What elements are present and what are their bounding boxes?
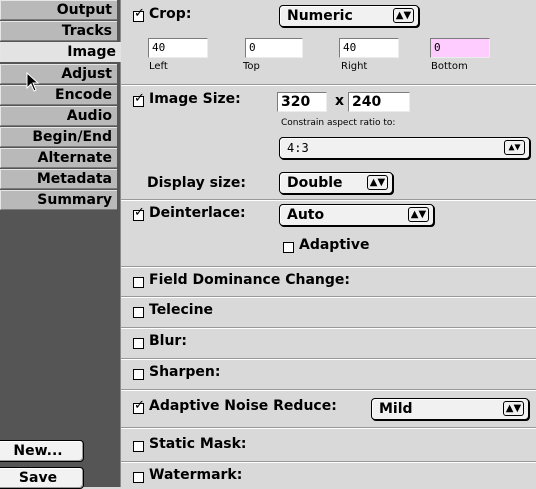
crop-mode-select[interactable]: Numeric ▲▼ (279, 5, 419, 27)
sharpen-checkbox[interactable] (133, 369, 144, 380)
aspect-ratio-select[interactable]: 4:3 ▲▼ (279, 137, 530, 159)
noise-reduce-checkbox[interactable] (133, 398, 145, 414)
divider (121, 327, 536, 329)
tab-encode[interactable]: Encode (0, 85, 117, 105)
adaptive-checkbox[interactable] (283, 242, 294, 253)
divider (121, 389, 536, 391)
noise-reduce-label: Adaptive Noise Reduce: (149, 398, 337, 414)
image-size-checkbox[interactable] (133, 91, 145, 107)
save-button[interactable]: Save (0, 467, 84, 489)
tab-adjust[interactable]: Adjust (0, 64, 117, 84)
crop-checkbox[interactable] (133, 6, 145, 22)
field-dominance-label: Field Dominance Change: (149, 272, 350, 288)
telecine-checkbox[interactable] (133, 307, 144, 318)
crop-right-caption: Right (341, 61, 368, 72)
width-field[interactable]: 320 (277, 92, 327, 112)
crop-bottom-field[interactable]: 0 (430, 38, 490, 58)
tab-tracks[interactable]: Tracks (0, 21, 117, 41)
deinterlace-checkbox[interactable] (133, 205, 145, 221)
deinterlace-mode-value: Auto (287, 207, 325, 223)
constrain-label: Constrain aspect ratio to: (281, 118, 396, 128)
up-down-arrows-icon: ▲▼ (504, 140, 525, 155)
telecine-label: Telecine (149, 302, 214, 318)
divider (121, 296, 536, 298)
crop-right-field[interactable]: 40 (339, 38, 399, 58)
new-button[interactable]: New... (0, 440, 84, 462)
divider (121, 358, 536, 360)
static-mask-label: Static Mask: (149, 436, 247, 452)
static-mask-checkbox[interactable] (133, 441, 144, 452)
display-size-select[interactable]: Double ▲▼ (279, 172, 393, 194)
crop-left-caption: Left (149, 61, 168, 72)
tab-audio[interactable]: Audio (0, 106, 117, 126)
crop-left-field[interactable]: 40 (148, 38, 208, 58)
tab-summary[interactable]: Summary (0, 190, 117, 210)
crop-top-caption: Top (243, 61, 260, 72)
up-down-arrows-icon: ▲▼ (408, 207, 429, 222)
noise-level-select[interactable]: Mild ▲▼ (371, 398, 529, 420)
up-down-arrows-icon: ▲▼ (393, 8, 414, 23)
display-size-label: Display size: (147, 175, 246, 191)
deinterlace-mode-select[interactable]: Auto ▲▼ (279, 204, 434, 226)
field-dominance-checkbox[interactable] (133, 277, 144, 288)
tab-metadata[interactable]: Metadata (0, 169, 117, 189)
deinterlace-label: Deinterlace: (149, 205, 246, 221)
image-settings-panel: Crop: Numeric ▲▼ 40 0 40 0 Left Top Righ… (120, 0, 536, 487)
noise-level-value: Mild (379, 401, 413, 417)
crop-top-field[interactable]: 0 (245, 38, 303, 58)
divider (121, 427, 536, 429)
up-down-arrows-icon: ▲▼ (367, 175, 388, 190)
tab-alternate[interactable]: Alternate (0, 148, 117, 168)
sharpen-label: Sharpen: (149, 364, 221, 380)
blur-label: Blur: (149, 333, 187, 349)
divider (121, 266, 536, 268)
display-size-value: Double (287, 175, 343, 191)
tab-image[interactable]: Image (0, 42, 121, 62)
up-down-arrows-icon: ▲▼ (503, 401, 524, 416)
crop-mode-value: Numeric (287, 8, 353, 24)
adaptive-label: Adaptive (299, 237, 370, 253)
watermark-checkbox[interactable] (133, 472, 144, 483)
height-field[interactable]: 240 (348, 92, 410, 112)
image-size-label: Image Size: (149, 91, 241, 107)
watermark-label: Watermark: (149, 467, 243, 483)
tab-begin-end[interactable]: Begin/End (0, 127, 117, 147)
tab-output[interactable]: Output (0, 0, 117, 20)
times-label: x (335, 93, 345, 109)
aspect-ratio-value: 4:3 (287, 141, 309, 155)
divider (121, 199, 536, 201)
divider (121, 84, 536, 86)
sidebar: Output Tracks Image Adjust Encode Audio … (0, 0, 121, 489)
blur-checkbox[interactable] (133, 338, 144, 349)
crop-bottom-caption: Bottom (431, 61, 468, 72)
arrow-cursor-icon (26, 72, 40, 92)
crop-label: Crop: (149, 6, 192, 22)
divider (121, 461, 536, 463)
